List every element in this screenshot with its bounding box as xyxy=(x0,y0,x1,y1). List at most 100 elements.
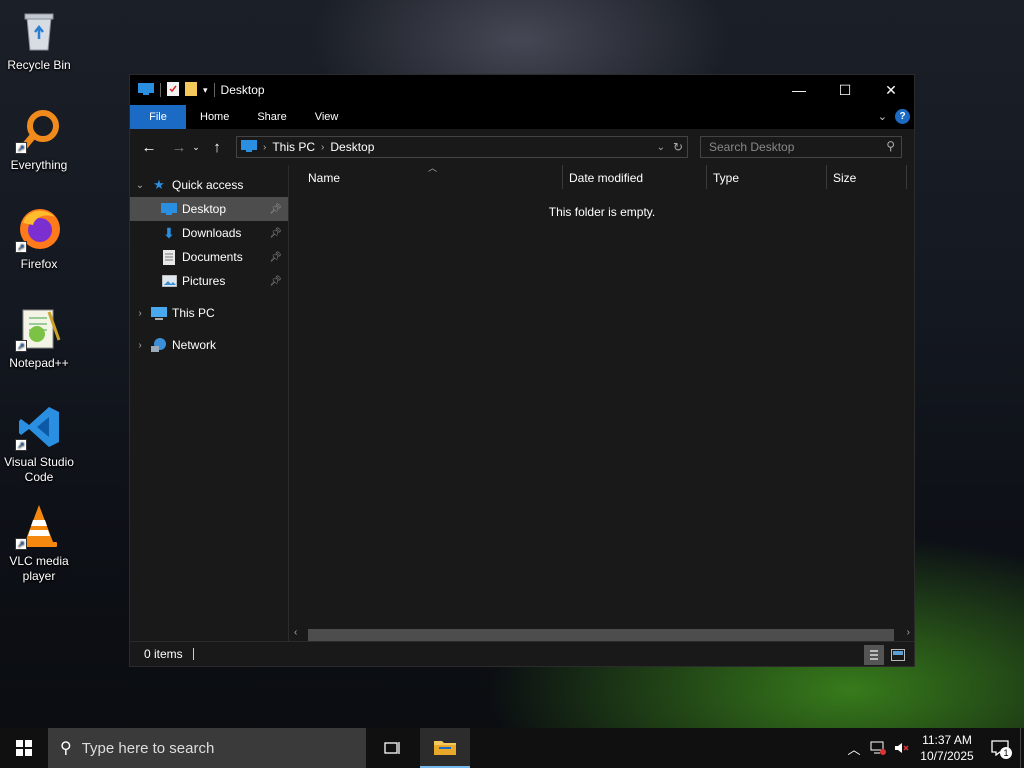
scrollbar-thumb[interactable] xyxy=(308,629,894,641)
column-header-date-modified[interactable]: Date modified xyxy=(569,171,643,185)
star-icon: ★ xyxy=(153,177,165,192)
vlc-icon: ↗ xyxy=(15,502,63,550)
toolbar-divider xyxy=(213,83,215,97)
nav-item-pictures[interactable]: Pictures 📌︎ xyxy=(130,269,288,293)
pin-icon[interactable]: 📌︎ xyxy=(269,228,282,239)
start-button[interactable] xyxy=(0,728,48,768)
help-icon[interactable]: ? xyxy=(895,109,910,124)
address-bar[interactable]: › This PC › Desktop ⌄ ↻ xyxy=(236,136,688,158)
file-explorer-window: ▾ Desktop — ☐ ✕ File Home Share View ⌄ ?… xyxy=(129,74,915,667)
maximize-button[interactable]: ☐ xyxy=(822,75,868,105)
desktop-folder-icon xyxy=(241,139,257,155)
column-header-name[interactable]: Name xyxy=(308,171,340,185)
customize-toolbar-icon[interactable]: ▾ xyxy=(203,85,208,96)
scroll-left-icon[interactable]: ‹ xyxy=(294,627,297,638)
properties-icon[interactable] xyxy=(167,81,179,99)
tab-view[interactable]: View xyxy=(301,105,353,129)
expand-chevron-icon[interactable]: › xyxy=(130,308,150,319)
new-folder-icon[interactable] xyxy=(185,81,197,99)
clock-time: 11:37 AM xyxy=(922,733,972,747)
recent-locations-button[interactable]: ⌄ xyxy=(190,136,202,158)
forward-button[interactable]: → xyxy=(168,136,190,158)
nav-item-documents[interactable]: Documents 📌︎ xyxy=(130,245,288,269)
shortcut-arrow-icon: ↗ xyxy=(15,439,27,451)
clock[interactable]: 11:37 AM 10/7/2025 xyxy=(914,732,980,764)
toolbar-divider xyxy=(160,83,161,97)
breadcrumb-separator-icon[interactable]: › xyxy=(263,142,266,153)
pin-icon[interactable]: 📌︎ xyxy=(269,204,282,215)
nav-item-desktop[interactable]: Desktop 📌︎ xyxy=(130,197,288,221)
folder-icon xyxy=(434,741,456,755)
desktop-icon-vlc[interactable]: ↗ VLC media player xyxy=(2,502,76,584)
pictures-icon xyxy=(160,273,178,289)
window-title: Desktop xyxy=(220,83,265,97)
details-view-icon[interactable] xyxy=(864,645,884,665)
document-icon xyxy=(160,249,178,265)
empty-folder-message: This folder is empty. xyxy=(548,205,656,219)
nav-item-label: Desktop xyxy=(182,202,227,216)
pin-icon[interactable]: 📌︎ xyxy=(269,252,282,263)
nav-item-label: Network xyxy=(172,338,217,352)
navigation-bar: ← → ⌄ ↑ › This PC › Desktop ⌄ ↻ Search D… xyxy=(130,129,914,165)
task-view-button[interactable] xyxy=(368,728,418,768)
breadcrumb-separator-icon[interactable]: › xyxy=(321,142,324,153)
ribbon-tabs: File Home Share View ⌄ ? xyxy=(130,105,914,129)
network-icon xyxy=(150,337,168,353)
column-header-size[interactable]: Size xyxy=(833,171,856,185)
tab-home[interactable]: Home xyxy=(186,105,243,129)
breadcrumb-desktop[interactable]: Desktop xyxy=(330,140,374,154)
desktop-icon-label: Recycle Bin xyxy=(7,58,71,72)
tab-file[interactable]: File xyxy=(130,105,186,129)
column-divider[interactable] xyxy=(706,165,707,189)
nav-item-label: This PC xyxy=(172,306,215,320)
minimize-button[interactable]: — xyxy=(776,75,822,105)
column-divider[interactable] xyxy=(562,165,563,189)
desktop-icon-everything[interactable]: ↗ Everything xyxy=(2,106,76,173)
pin-icon[interactable]: 📌︎ xyxy=(269,276,282,287)
nav-item-this-pc[interactable]: › This PC xyxy=(130,301,288,325)
window-controls: — ☐ ✕ xyxy=(776,75,914,105)
back-button[interactable]: ← xyxy=(138,136,160,158)
nav-item-label: Quick access xyxy=(172,178,244,192)
volume-muted-icon[interactable] xyxy=(890,728,914,768)
status-bar: 0 items xyxy=(130,641,914,666)
show-hidden-icons-icon[interactable]: ︿ xyxy=(842,728,866,768)
collapse-chevron-icon[interactable]: ⌄ xyxy=(130,180,150,191)
desktop-icon-recycle-bin[interactable]: Recycle Bin xyxy=(2,6,76,73)
desktop-icon-vscode[interactable]: ↗ Visual Studio Code xyxy=(2,403,76,485)
shortcut-arrow-icon: ↗ xyxy=(15,538,27,550)
column-header-type[interactable]: Type xyxy=(713,171,739,185)
action-center-button[interactable]: 1 xyxy=(980,728,1020,768)
status-divider xyxy=(192,648,194,660)
network-status-icon[interactable] xyxy=(866,728,890,768)
column-divider[interactable] xyxy=(826,165,827,189)
nav-item-downloads[interactable]: ⬇ Downloads 📌︎ xyxy=(130,221,288,245)
nav-item-label: Downloads xyxy=(182,226,242,240)
large-icons-view-icon[interactable] xyxy=(888,645,908,665)
desktop-icon-notepadpp[interactable]: ↗ Notepad++ xyxy=(2,304,76,371)
horizontal-scrollbar[interactable]: ‹ › xyxy=(290,627,914,641)
ribbon-right-controls: ⌄ ? xyxy=(878,109,910,124)
show-desktop-button[interactable] xyxy=(1020,728,1024,768)
up-button[interactable]: ↑ xyxy=(206,136,228,158)
close-button[interactable]: ✕ xyxy=(868,75,914,105)
expand-ribbon-icon[interactable]: ⌄ xyxy=(878,110,887,123)
desktop-icon-firefox[interactable]: ↗ Firefox xyxy=(2,205,76,272)
search-input[interactable]: Search Desktop ⚲ xyxy=(700,136,902,158)
tab-share[interactable]: Share xyxy=(243,105,300,129)
file-explorer-taskbar-button[interactable] xyxy=(420,728,470,768)
taskbar-search-box[interactable]: ⚲ Type here to search xyxy=(48,728,366,768)
column-divider[interactable] xyxy=(906,165,907,189)
taskbar: ⚲ Type here to search ︿ 11:37 AM 10/7/20… xyxy=(0,728,1024,768)
address-dropdown-icon[interactable]: ⌄ xyxy=(657,142,665,153)
breadcrumb-this-pc[interactable]: This PC xyxy=(272,140,315,154)
shortcut-arrow-icon: ↗ xyxy=(15,340,27,352)
desktop-icon-label: VLC media player xyxy=(9,554,69,583)
expand-chevron-icon[interactable]: › xyxy=(130,340,150,351)
nav-item-quick-access[interactable]: ⌄ ★ Quick access xyxy=(130,173,288,197)
scroll-right-icon[interactable]: › xyxy=(907,627,910,638)
refresh-icon[interactable]: ↻ xyxy=(673,140,683,154)
notepadpp-icon: ↗ xyxy=(15,304,63,352)
shortcut-arrow-icon: ↗ xyxy=(15,241,27,253)
nav-item-network[interactable]: › Network xyxy=(130,333,288,357)
